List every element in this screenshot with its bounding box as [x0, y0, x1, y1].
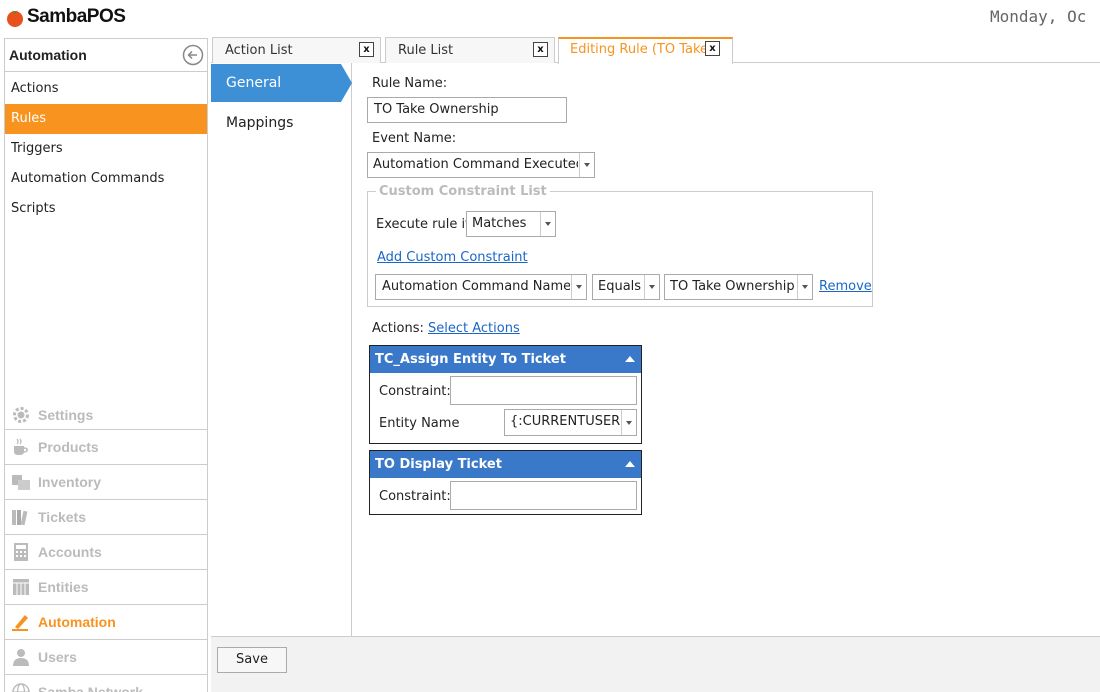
- save-button[interactable]: Save: [217, 647, 287, 673]
- tab-editing-rule-close-button[interactable]: x: [705, 41, 720, 56]
- tab-editing-rule-label: Editing Rule (TO Take: [570, 42, 709, 57]
- actions-label: Actions:: [372, 321, 424, 336]
- calculator-icon: [14, 543, 28, 561]
- nav-samba-network-label: Samba Network: [38, 684, 144, 692]
- action-card-title: TO Display Ticket: [375, 457, 502, 472]
- section-panel: General Settings Mappings: [211, 63, 352, 636]
- chevron-down-icon[interactable]: [797, 275, 812, 299]
- sidebar-header: Automation: [5, 39, 207, 72]
- action-constraint-input[interactable]: [450, 376, 637, 405]
- nav-automation-label: Automation: [38, 614, 116, 630]
- nav-settings[interactable]: Settings: [5, 397, 207, 432]
- user-icon: [13, 649, 29, 666]
- sidebar-title: Automation: [9, 47, 87, 63]
- tab-action-list-label: Action List: [225, 43, 293, 58]
- tickets-icon: [12, 510, 28, 526]
- event-name-value: Automation Command Executed: [373, 157, 578, 172]
- nav-accounts-label: Accounts: [38, 544, 102, 560]
- nav-entities[interactable]: Entities: [5, 569, 207, 604]
- gear-icon: [13, 406, 29, 423]
- tomato-logo-icon: [7, 10, 23, 27]
- select-actions-link[interactable]: Select Actions: [428, 321, 520, 336]
- tab-editing-rule[interactable]: Editing Rule (TO Take x: [558, 37, 733, 64]
- coffee-cup-icon: [14, 438, 28, 455]
- constraint-operator-select[interactable]: Equals: [592, 274, 660, 300]
- constraint-field-select[interactable]: Automation Command Name: [375, 274, 587, 300]
- nav-products-label: Products: [38, 439, 99, 455]
- nav-entities-label: Entities: [38, 579, 89, 595]
- constraint-value-value: TO Take Ownership: [670, 279, 795, 294]
- remove-constraint-link[interactable]: Remove: [819, 279, 872, 294]
- action-card-header[interactable]: TC_Assign Entity To Ticket: [370, 346, 641, 373]
- chevron-down-icon[interactable]: [579, 153, 594, 177]
- sidebar-item-automation-commands[interactable]: Automation Commands: [5, 164, 207, 194]
- add-custom-constraint-link[interactable]: Add Custom Constraint: [377, 250, 528, 265]
- sidebar-item-triggers[interactable]: Triggers: [5, 134, 207, 164]
- sidebar-item-scripts[interactable]: Scripts: [5, 194, 207, 224]
- custom-constraint-group-title: Custom Constraint List: [376, 184, 550, 199]
- nav-samba-network[interactable]: Samba Network: [5, 674, 207, 692]
- entity-name-value: {:CURRENTUSER}: [510, 414, 620, 429]
- chevron-down-icon[interactable]: [621, 410, 636, 435]
- chevron-down-icon[interactable]: [571, 275, 586, 299]
- chevron-down-icon[interactable]: [644, 275, 659, 299]
- bottom-toolbar: Save: [211, 636, 1100, 692]
- nav-accounts[interactable]: Accounts: [5, 534, 207, 569]
- sambapos-logo: SambaPOS: [4, 5, 126, 29]
- section-mappings[interactable]: Mappings: [211, 104, 352, 142]
- execute-rule-value: Matches: [472, 216, 527, 231]
- sidebar-item-rules[interactable]: Rules: [5, 104, 207, 134]
- tab-rule-list[interactable]: Rule List x: [385, 37, 555, 63]
- tab-action-list-close-button[interactable]: x: [359, 42, 374, 57]
- nav-users-label: Users: [38, 649, 77, 665]
- event-name-label: Event Name:: [372, 131, 457, 146]
- document-tab-bar: Action List x Rule List x Editing Rule (…: [211, 37, 1100, 64]
- inventory-icon: [12, 475, 30, 490]
- nav-products[interactable]: Products: [5, 429, 207, 464]
- back-arrow-icon[interactable]: [182, 44, 204, 66]
- constraint-value-select[interactable]: TO Take Ownership: [664, 274, 813, 300]
- date-display: Monday, Oc: [990, 7, 1087, 26]
- logo-text: SambaPOS: [27, 6, 126, 27]
- action-card-title: TC_Assign Entity To Ticket: [375, 352, 566, 367]
- entities-icon: [13, 579, 29, 595]
- action-constraint-label: Constraint:: [379, 489, 451, 504]
- execute-rule-label: Execute rule if: [376, 217, 470, 232]
- action-constraint-input[interactable]: [450, 481, 637, 510]
- rule-name-input[interactable]: TO Take Ownership: [367, 97, 567, 123]
- sidebar-menu: Actions Rules Triggers Automation Comman…: [5, 72, 207, 224]
- tab-rule-list-close-button[interactable]: x: [533, 42, 548, 57]
- nav-inventory[interactable]: Inventory: [5, 464, 207, 499]
- constraint-field-value: Automation Command Name: [382, 279, 570, 294]
- nav-inventory-label: Inventory: [38, 474, 102, 490]
- sidebar: Automation Actions Rules Triggers Automa…: [4, 38, 208, 692]
- collapse-arrow-icon[interactable]: [625, 461, 635, 467]
- action-constraint-label: Constraint:: [379, 384, 451, 399]
- chevron-down-icon[interactable]: [540, 212, 555, 236]
- nav-users[interactable]: Users: [5, 639, 207, 674]
- nav-tickets[interactable]: Tickets: [5, 499, 207, 534]
- collapse-arrow-icon[interactable]: [625, 356, 635, 362]
- rule-name-label: Rule Name:: [372, 76, 448, 91]
- entity-name-label: Entity Name: [379, 416, 460, 431]
- globe-icon: [12, 683, 30, 692]
- event-name-select[interactable]: Automation Command Executed: [367, 152, 595, 178]
- constraint-operator-value: Equals: [598, 279, 642, 294]
- sidebar-item-actions[interactable]: Actions: [5, 74, 207, 104]
- section-general-settings[interactable]: General Settings: [211, 64, 352, 129]
- pencil-icon: [12, 615, 28, 631]
- active-section-arrow: [341, 64, 352, 102]
- action-card-header[interactable]: TO Display Ticket: [370, 451, 641, 478]
- tab-rule-list-label: Rule List: [398, 43, 454, 58]
- execute-rule-select[interactable]: Matches: [466, 211, 556, 237]
- tab-action-list[interactable]: Action List x: [212, 37, 381, 63]
- entity-name-select[interactable]: {:CURRENTUSER}: [504, 409, 637, 436]
- nav-settings-label: Settings: [38, 406, 94, 423]
- nav-automation[interactable]: Automation: [5, 604, 207, 639]
- nav-tickets-label: Tickets: [38, 509, 86, 525]
